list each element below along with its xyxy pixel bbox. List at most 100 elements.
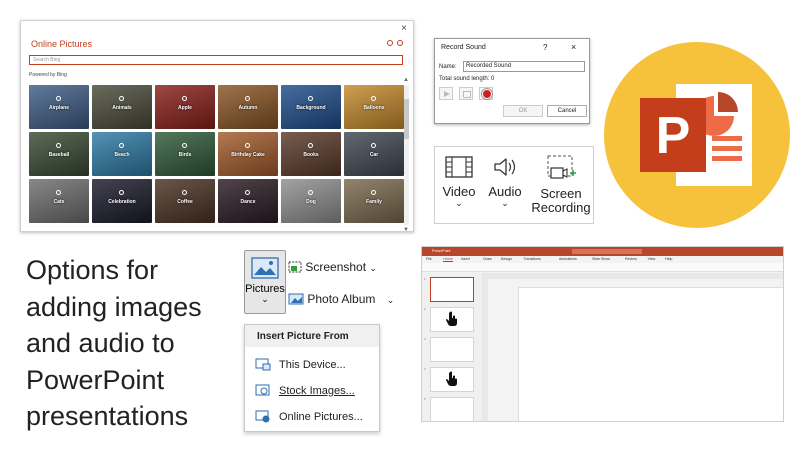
menu-item[interactable]: Review: [625, 257, 637, 261]
image-category-tile[interactable]: Beach: [92, 132, 152, 176]
audio-button[interactable]: Audio ⌄: [485, 155, 525, 208]
play-button[interactable]: [439, 87, 453, 100]
powerpoint-icon: P: [640, 84, 752, 186]
tile-label: Beach: [114, 152, 130, 158]
search-icon: [119, 96, 124, 101]
screen-recording-icon: [547, 155, 576, 179]
chevron-down-icon: ⌄: [386, 295, 395, 305]
insert-picture-menu: Insert Picture From This Device... Stock…: [244, 324, 380, 432]
menu-item[interactable]: Draw: [483, 257, 491, 261]
screenshot-label: Screenshot: [305, 260, 367, 274]
menu-item[interactable]: Home: [443, 257, 453, 262]
settings-icon[interactable]: [387, 40, 393, 46]
tile-label: Celebration: [108, 199, 136, 205]
total-length-value: 0: [491, 76, 495, 82]
menu-item[interactable]: View: [648, 257, 656, 261]
slide-canvas[interactable]: [518, 287, 783, 421]
image-category-tile[interactable]: Dance: [218, 179, 278, 223]
menu-item[interactable]: File: [426, 257, 432, 261]
image-category-tile[interactable]: Car: [344, 132, 404, 176]
photo-album-button[interactable]: Photo Album ⌄: [288, 292, 394, 306]
stop-button[interactable]: [459, 87, 473, 100]
caption-line: presentations: [26, 401, 189, 431]
record-button[interactable]: [479, 87, 493, 100]
image-category-tile[interactable]: Airplane: [29, 85, 89, 129]
slide-thumbnail[interactable]: [430, 307, 474, 332]
scroll-down-icon[interactable]: ▼: [403, 227, 409, 233]
image-category-tile[interactable]: Balloons: [344, 85, 404, 129]
video-label: Video: [442, 184, 476, 199]
screenshot-button[interactable]: Screenshot ⌄: [288, 260, 377, 274]
image-category-tile[interactable]: Celebration: [92, 179, 152, 223]
search-icon: [56, 96, 61, 101]
caption-line: adding images: [26, 291, 202, 322]
slide-thumbnail[interactable]: [430, 397, 474, 421]
image-category-tile[interactable]: Birds: [155, 132, 215, 176]
image-category-tile[interactable]: Apple: [155, 85, 215, 129]
menu-item[interactable]: Slide Show: [592, 257, 610, 261]
audio-icon: [494, 158, 516, 176]
tile-label: Autumn: [238, 105, 258, 111]
close-button[interactable]: ×: [571, 42, 576, 52]
close-button[interactable]: ×: [401, 23, 407, 34]
online-pictures-icon: [255, 410, 270, 423]
info-icon[interactable]: [397, 40, 403, 46]
record-sound-dialog: Record Sound ? × Name: Recorded Sound To…: [434, 38, 590, 124]
menu-item-this-device[interactable]: This Device...: [255, 358, 346, 371]
menu-item[interactable]: Design: [501, 257, 512, 261]
image-category-tile[interactable]: Books: [281, 132, 341, 176]
this-device-label: This Device...: [279, 358, 346, 371]
name-label: Name:: [439, 64, 457, 70]
menu-item-stock-images[interactable]: Stock Images...: [255, 384, 355, 397]
search-input[interactable]: Search Bing: [29, 55, 403, 65]
cancel-button[interactable]: Cancel: [547, 105, 587, 117]
online-pictures-dialog: × Online Pictures Search Bing Powered by…: [20, 20, 414, 233]
pictures-button[interactable]: Pictures ⌄: [244, 250, 286, 314]
image-category-tile[interactable]: Animals: [92, 85, 152, 129]
slide-thumbnail[interactable]: [430, 337, 474, 362]
screen-recording-line1: Screen: [540, 186, 582, 201]
slide-thumbnail[interactable]: [430, 367, 474, 392]
image-category-tile[interactable]: Birthday Cake: [218, 132, 278, 176]
video-button[interactable]: Video ⌄: [441, 155, 477, 208]
caption-line: PowerPoint: [26, 364, 165, 395]
scroll-thumb[interactable]: [404, 99, 409, 139]
slide-number: 2: [424, 307, 426, 311]
image-category-tile[interactable]: Cats: [29, 179, 89, 223]
app-name: PowerPoint: [432, 249, 451, 253]
menu-item[interactable]: Transitions: [523, 257, 540, 261]
screen-recording-button[interactable]: Screen Recording: [531, 155, 591, 215]
help-button[interactable]: ?: [543, 43, 547, 52]
image-category-tile[interactable]: Family: [344, 179, 404, 223]
menu-item[interactable]: Animations: [559, 257, 577, 261]
menu-item[interactable]: Help: [665, 257, 672, 261]
search-icon: [56, 190, 61, 195]
tile-label: Car: [369, 152, 379, 158]
image-category-tile[interactable]: Autumn: [218, 85, 278, 129]
slide-thumbnail[interactable]: [430, 277, 474, 302]
window-controls[interactable]: [757, 249, 779, 254]
image-category-tile[interactable]: Coffee: [155, 179, 215, 223]
menu-item-online-pictures[interactable]: Online Pictures...: [255, 410, 363, 423]
slide-number: 3: [424, 337, 426, 341]
insert-pictures-panel: Pictures ⌄ Screenshot ⌄ Photo Album ⌄ In…: [240, 246, 404, 432]
powered-by-bing: Powered by Bing: [29, 72, 67, 78]
tile-label: Family: [366, 199, 382, 205]
tile-label: Airplane: [48, 105, 69, 111]
search-box[interactable]: [572, 249, 642, 254]
scrollbar[interactable]: ▲ ▼: [403, 77, 409, 233]
scroll-up-icon[interactable]: ▲: [403, 77, 409, 83]
image-category-tile[interactable]: Dog: [281, 179, 341, 223]
slide-number: 5: [424, 397, 426, 401]
ok-button[interactable]: OK: [503, 105, 543, 117]
menu-item[interactable]: Insert: [461, 257, 470, 261]
search-icon: [371, 190, 376, 195]
image-category-tile[interactable]: Baseball: [29, 132, 89, 176]
name-field[interactable]: Recorded Sound: [463, 61, 585, 72]
media-ribbon-group: Video ⌄ Audio ⌄ Screen Recording: [434, 146, 594, 224]
search-icon: [371, 143, 376, 148]
image-category-tile[interactable]: Background: [281, 85, 341, 129]
dialog-title: Record Sound: [441, 44, 486, 51]
total-length-text: Total sound length:: [439, 76, 490, 82]
stock-images-icon: [255, 384, 270, 396]
